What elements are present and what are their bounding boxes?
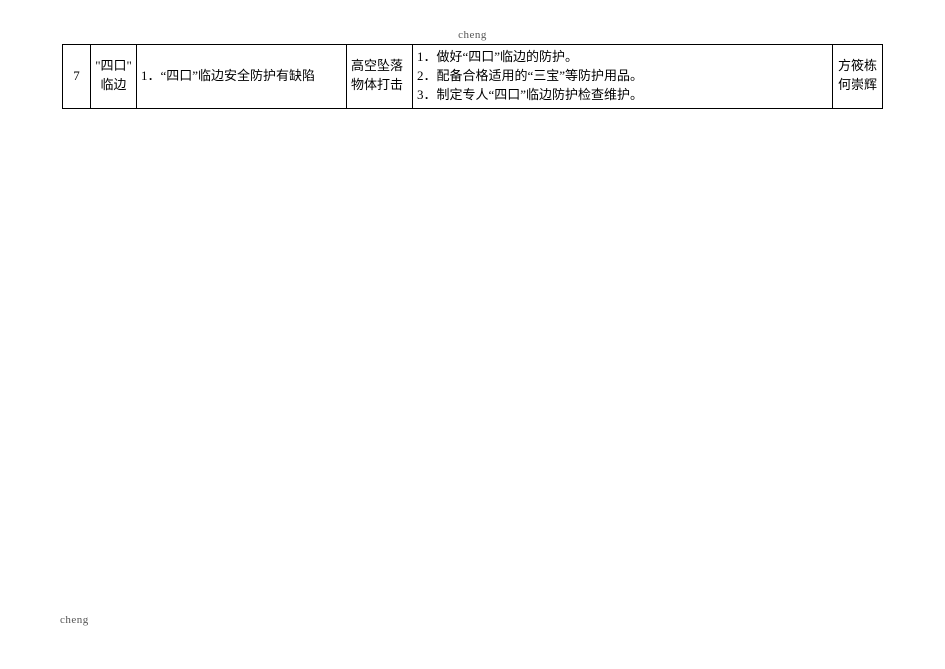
cell-person: 方筱栋 何崇辉 xyxy=(833,45,883,109)
cell-category: "四口" 临边 xyxy=(91,45,137,109)
category-line: 临边 xyxy=(100,77,126,92)
page-footer-label: cheng xyxy=(60,614,89,626)
measure-line: 1．做好“四口”临边的防护。 xyxy=(417,48,828,67)
table-row: 7 "四口" 临边 1．“四口”临边安全防护有缺陷 高空坠落 物体打击 1．做好… xyxy=(63,45,883,109)
cell-issue: 1．“四口”临边安全防护有缺陷 xyxy=(137,45,347,109)
person-line: 何崇辉 xyxy=(838,77,877,92)
category-line: "四口" xyxy=(95,58,132,73)
cell-measures: 1．做好“四口”临边的防护。 2．配备合格适用的“三宝”等防护用品。 3．制定专… xyxy=(413,45,833,109)
risk-line: 高空坠落 xyxy=(351,58,403,73)
person-line: 方筱栋 xyxy=(838,58,877,73)
safety-table: 7 "四口" 临边 1．“四口”临边安全防护有缺陷 高空坠落 物体打击 1．做好… xyxy=(62,44,883,109)
cell-risk: 高空坠落 物体打击 xyxy=(347,45,413,109)
measure-line: 3．制定专人“四口”临边防护检查维护。 xyxy=(417,86,828,105)
page-header-label: cheng xyxy=(0,29,945,41)
risk-line: 物体打击 xyxy=(351,77,403,92)
cell-number: 7 xyxy=(63,45,91,109)
measure-line: 2．配备合格适用的“三宝”等防护用品。 xyxy=(417,67,828,86)
